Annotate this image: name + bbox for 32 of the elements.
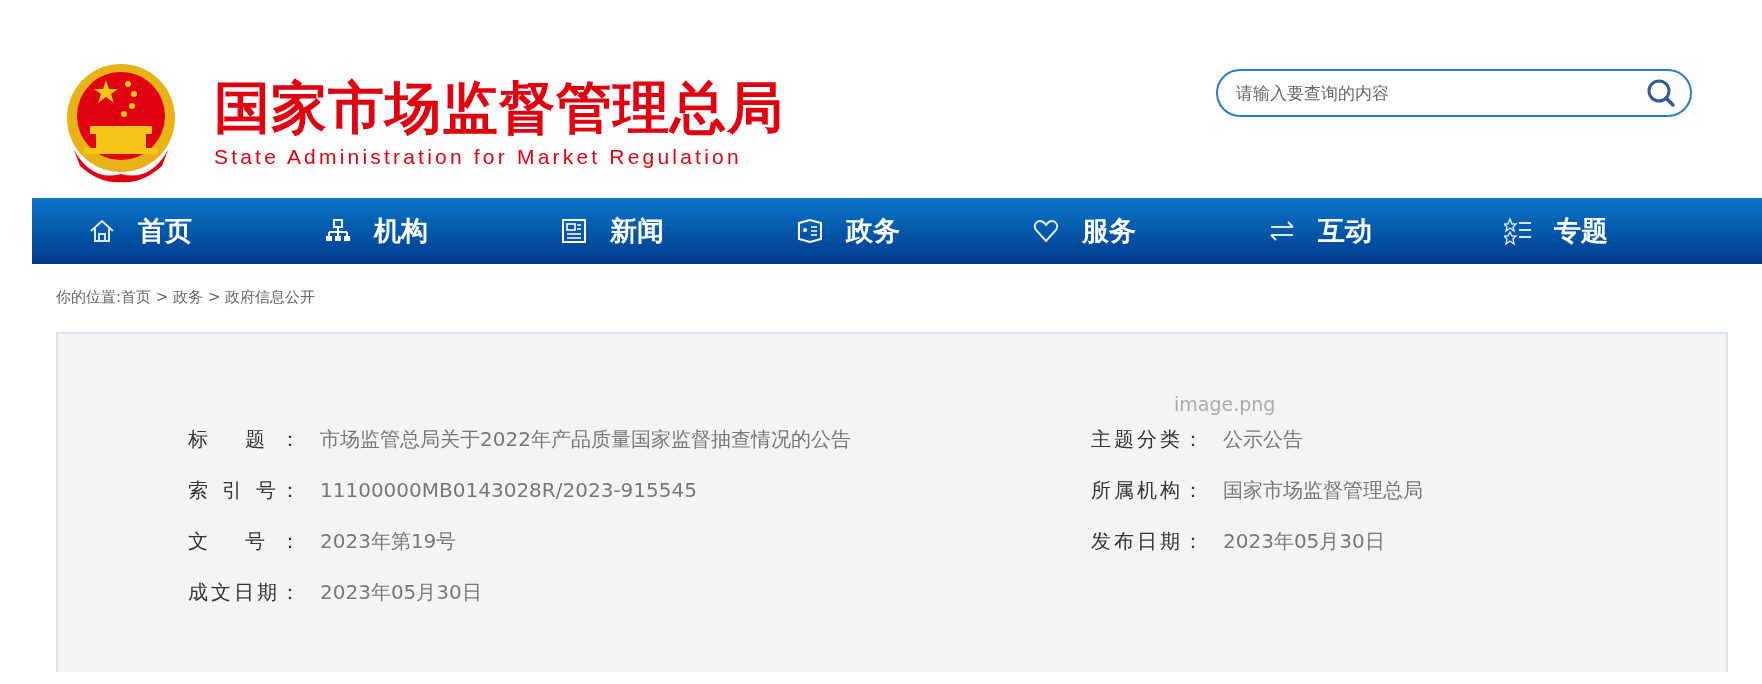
nav-link[interactable]: 服务 — [1032, 213, 1268, 249]
heart-icon — [1032, 217, 1060, 245]
field-label: 所属机构： — [1091, 476, 1203, 504]
breadcrumb: 你的位置:首页 > 政务 > 政府信息公开 — [56, 287, 317, 308]
field-value: 11100000MB0143028R/2023-915545 — [320, 476, 697, 504]
nav-link[interactable]: 新闻 — [560, 213, 796, 249]
newspaper-icon — [560, 217, 588, 245]
field-value: 国家市场监督管理总局 — [1223, 476, 1423, 504]
field-label: 发布日期： — [1091, 527, 1203, 555]
home-icon — [88, 217, 116, 245]
field-label: 标 题： — [188, 425, 300, 453]
image-alt-text: image.png — [1173, 392, 1277, 417]
nav-link[interactable]: 首页 — [88, 213, 324, 249]
field-value: 公示公告 — [1223, 425, 1303, 453]
star-list-icon — [1504, 217, 1532, 245]
field-value: 2023年05月30日 — [1223, 527, 1385, 555]
field-label: 索 引 号： — [188, 476, 300, 504]
field-label: 成文日期： — [188, 578, 300, 606]
field-value: 市场监管总局关于2022年产品质量国家监督抽查情况的公告 — [320, 425, 851, 453]
search-icon[interactable] — [1646, 78, 1676, 108]
field-label: 文 号： — [188, 527, 300, 555]
site-title: 国家市场监督管理总局 — [214, 77, 784, 139]
field-label: 主题分类： — [1091, 425, 1203, 453]
field-value: 2023年05月30日 — [320, 578, 482, 606]
search-field[interactable]: 请输入要查询的内容 — [1216, 69, 1692, 117]
field-value: 2023年第19号 — [320, 527, 457, 555]
nav-link[interactable]: 机构 — [324, 213, 560, 249]
site-subtitle: State Administration for Market Regulation — [214, 144, 743, 169]
book-icon — [796, 217, 824, 245]
nav-link[interactable]: 专题 — [1504, 213, 1740, 249]
nav-link[interactable]: 政务 — [796, 213, 1032, 249]
nav-link[interactable]: 互动 — [1268, 213, 1504, 249]
